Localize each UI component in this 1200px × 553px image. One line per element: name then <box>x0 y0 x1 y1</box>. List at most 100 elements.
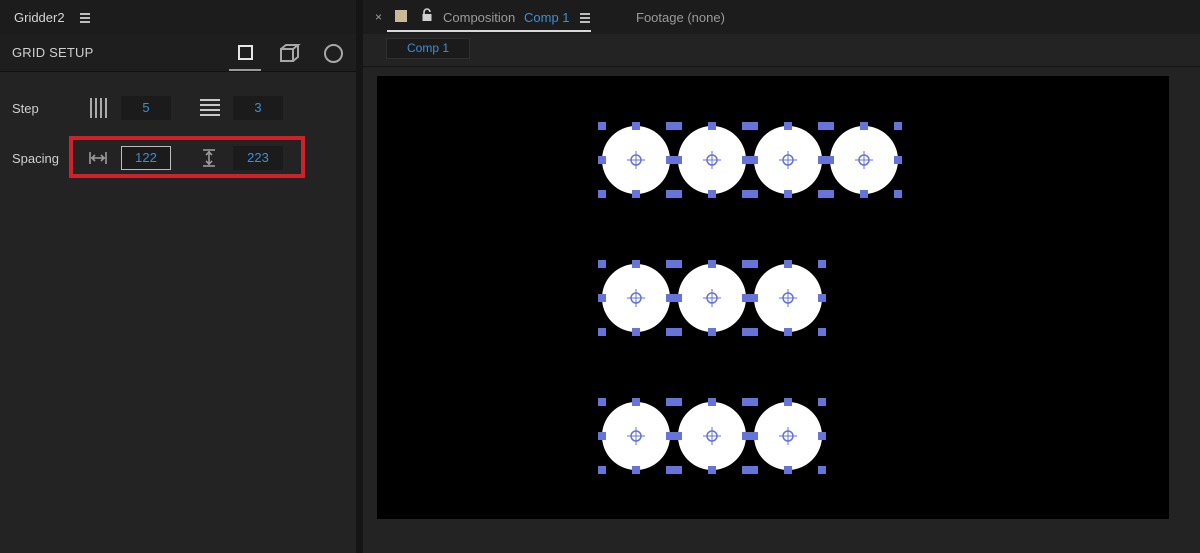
selection-handle <box>674 466 682 474</box>
composition-tabbar: × Composition Comp 1 Footage (none) <box>363 0 1200 34</box>
selection-handle <box>674 190 682 198</box>
selection-handle <box>894 190 902 198</box>
footage-tab[interactable]: Footage (none) <box>636 10 725 25</box>
comp-color-swatch[interactable] <box>395 10 407 22</box>
lock-icon[interactable] <box>421 8 433 27</box>
composition-tab-name[interactable]: Comp 1 <box>524 10 570 25</box>
selection-handle <box>818 122 826 130</box>
comp-subtab[interactable]: Comp 1 <box>386 38 470 59</box>
selection-handle <box>818 190 826 198</box>
selection-handle <box>742 398 750 406</box>
rows-icon <box>199 98 221 121</box>
selection-handle <box>666 466 674 474</box>
selection-handle <box>818 156 826 164</box>
selection-handle <box>742 156 750 164</box>
selection-handle <box>750 190 758 198</box>
composition-menu-icon[interactable] <box>580 13 590 23</box>
selection-handle <box>674 294 682 302</box>
selection-handle <box>750 466 758 474</box>
selection-handle <box>666 190 674 198</box>
selection-handle <box>818 432 826 440</box>
selection-handle <box>750 122 758 130</box>
composition-canvas <box>598 122 902 474</box>
cube-grid-mode-icon[interactable] <box>278 42 302 66</box>
selection-handle <box>742 328 750 336</box>
selection-handle <box>598 156 606 164</box>
selection-handle <box>894 122 902 130</box>
selection-handle <box>742 466 750 474</box>
composition-tab-label[interactable]: Composition <box>443 10 515 25</box>
grid-setup-title: GRID SETUP <box>12 45 94 60</box>
selection-handle <box>818 398 826 406</box>
selection-handle <box>674 156 682 164</box>
selection-handle <box>860 122 868 130</box>
selection-handle <box>632 466 640 474</box>
panel-tab: Gridder2 <box>0 0 356 34</box>
composition-viewer[interactable] <box>377 76 1169 519</box>
selection-handle <box>598 190 606 198</box>
spacing-highlight-box <box>69 136 305 178</box>
selection-handle <box>708 122 716 130</box>
gridder-panel: Gridder2 GRID SETUP Step 5 3 Spacing 122 <box>0 0 356 553</box>
grid-setup-header: GRID SETUP <box>0 34 356 72</box>
selection-handle <box>742 260 750 268</box>
selection-handle <box>818 294 826 302</box>
selection-handle <box>632 260 640 268</box>
selection-handle <box>632 328 640 336</box>
selection-handle <box>894 156 902 164</box>
selection-handle <box>742 432 750 440</box>
selection-handle <box>826 190 834 198</box>
app-window: Gridder2 GRID SETUP Step 5 3 Spacing 122 <box>0 0 1200 553</box>
selection-handle <box>708 190 716 198</box>
selection-handle <box>708 328 716 336</box>
selection-handle <box>598 466 606 474</box>
selection-handle <box>750 432 758 440</box>
selection-handle <box>598 398 606 406</box>
selection-handle <box>784 328 792 336</box>
selection-handle <box>826 156 834 164</box>
selection-handle <box>674 432 682 440</box>
panel-title[interactable]: Gridder2 <box>14 10 65 25</box>
selection-handle <box>666 432 674 440</box>
selection-handle <box>674 122 682 130</box>
selection-handle <box>784 190 792 198</box>
selection-handle <box>818 328 826 336</box>
selection-handle <box>674 260 682 268</box>
selection-handle <box>598 294 606 302</box>
selection-handle <box>742 294 750 302</box>
selection-handle <box>708 398 716 406</box>
selection-handle <box>632 190 640 198</box>
close-tab-icon[interactable]: × <box>375 10 382 24</box>
step-label: Step <box>12 101 39 116</box>
selection-handle <box>598 122 606 130</box>
selection-handle <box>708 466 716 474</box>
selection-handle <box>742 122 750 130</box>
selection-handle <box>666 156 674 164</box>
selection-handle <box>708 260 716 268</box>
selection-handle <box>598 260 606 268</box>
step-columns-field[interactable]: 5 <box>121 96 171 120</box>
selection-handle <box>818 260 826 268</box>
composition-panel: × Composition Comp 1 Footage (none) Comp… <box>363 0 1200 553</box>
selection-handle <box>784 122 792 130</box>
selection-handle <box>784 466 792 474</box>
panel-menu-icon[interactable] <box>80 13 90 23</box>
selection-handle <box>666 328 674 336</box>
step-rows-field[interactable]: 3 <box>233 96 283 120</box>
circle-grid-mode-icon[interactable] <box>322 42 346 66</box>
selection-handle <box>598 328 606 336</box>
selection-handle <box>750 156 758 164</box>
selection-handle <box>666 294 674 302</box>
selection-handle <box>750 294 758 302</box>
selection-handle <box>666 398 674 406</box>
subbar-divider <box>363 66 1200 67</box>
selection-handle <box>784 398 792 406</box>
panel-divider[interactable] <box>356 0 363 553</box>
selection-handle <box>750 398 758 406</box>
square-grid-mode-icon[interactable] <box>229 42 261 71</box>
selection-handle <box>742 190 750 198</box>
selection-handle <box>860 190 868 198</box>
selection-handle <box>784 260 792 268</box>
selection-handle <box>674 398 682 406</box>
selection-handle <box>826 122 834 130</box>
